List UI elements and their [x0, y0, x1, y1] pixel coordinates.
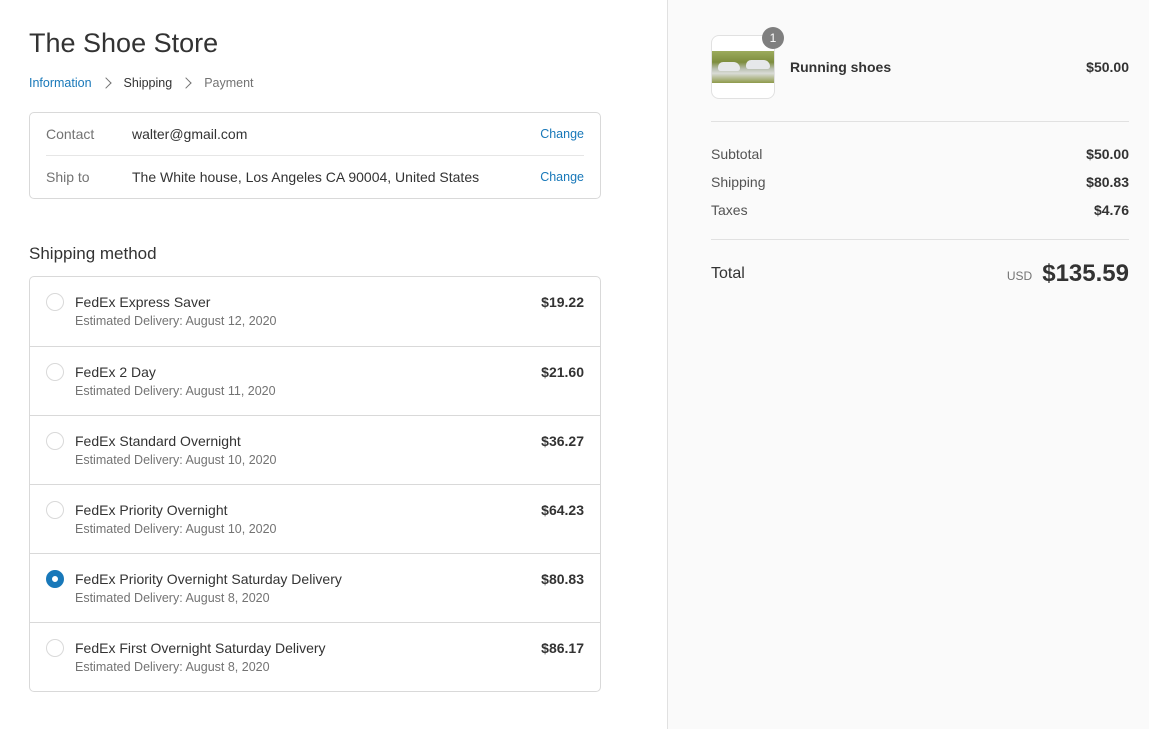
taxes-value: $4.76	[1093, 202, 1129, 218]
taxes-line: Taxes $4.76	[711, 196, 1129, 224]
review-contact-row: Contact walter@gmail.com Change	[46, 113, 584, 155]
contact-value: walter@gmail.com	[132, 126, 248, 142]
shipping-option-eta: Estimated Delivery: August 10, 2020	[75, 522, 277, 536]
shipping-option-radio[interactable]	[46, 501, 64, 519]
shipping-option-radio[interactable]	[46, 639, 64, 657]
chevron-right-icon	[180, 77, 192, 89]
shipping-option-price: $36.27	[541, 433, 584, 449]
shipping-option-name: FedEx Standard Overnight	[75, 433, 241, 449]
shipping-option-price: $21.60	[541, 364, 584, 380]
shipping-value: $80.83	[1086, 174, 1129, 190]
checkout-main: The Shoe Store Information Shipping Paym…	[0, 0, 667, 729]
shipping-option-price: $86.17	[541, 640, 584, 656]
shipping-method-title: Shipping method	[29, 244, 157, 263]
shoe-shape	[746, 60, 770, 69]
shipping-label: Shipping	[711, 174, 766, 190]
shipping-option-price: $64.23	[541, 502, 584, 518]
shipping-option-radio[interactable]	[46, 432, 64, 450]
total-amount: $135.59	[1042, 260, 1129, 287]
shipping-option-eta: Estimated Delivery: August 11, 2020	[75, 384, 276, 398]
breadcrumb: Information Shipping Payment	[29, 74, 601, 92]
quantity-badge: 1	[762, 27, 784, 49]
ship-to-value: The White house, Los Angeles CA 90004, U…	[132, 169, 480, 185]
shipping-option-name: FedEx First Overnight Saturday Delivery	[75, 640, 326, 656]
subtotal-value: $50.00	[1086, 146, 1129, 162]
shipping-option[interactable]: FedEx First Overnight Saturday Delivery …	[30, 622, 600, 691]
subtotal-label: Subtotal	[711, 146, 763, 162]
shipping-option-name: FedEx Express Saver	[75, 294, 211, 310]
ship-to-label: Ship to	[46, 169, 90, 185]
checkout-page: The Shoe Store Information Shipping Paym…	[0, 0, 1149, 729]
shipping-option[interactable]: FedEx Standard Overnight Estimated Deliv…	[30, 415, 600, 484]
breadcrumb-payment: Payment	[204, 76, 254, 90]
total-label: Total	[711, 265, 745, 282]
product-price: $50.00	[1086, 59, 1129, 75]
product-line: 1 Running shoes $50.00	[711, 27, 1129, 99]
taxes-label: Taxes	[711, 202, 748, 218]
product-thumbnail: 1	[711, 27, 784, 99]
product-name: Running shoes	[790, 59, 892, 75]
shipping-option-radio[interactable]	[46, 293, 64, 311]
shipping-option-eta: Estimated Delivery: August 12, 2020	[75, 314, 277, 328]
currency-code: USD	[1006, 269, 1033, 283]
change-contact-link[interactable]: Change	[540, 127, 584, 141]
store-title[interactable]: The Shoe Store	[29, 0, 601, 59]
shipping-option-name: FedEx Priority Overnight	[75, 502, 228, 518]
shipping-option-radio[interactable]	[46, 363, 64, 381]
shipping-option-name: FedEx 2 Day	[75, 364, 156, 380]
shipping-option[interactable]: FedEx Express Saver Estimated Delivery: …	[30, 277, 600, 346]
breadcrumb-shipping: Shipping	[123, 76, 173, 90]
shipping-option-name: FedEx Priority Overnight Saturday Delive…	[75, 571, 342, 587]
total-line: Total USD $135.59	[711, 260, 1129, 288]
order-summary: 1 Running shoes $50.00 Subtotal $50.00 S…	[667, 0, 1149, 729]
shipping-option-eta: Estimated Delivery: August 10, 2020	[75, 453, 277, 467]
subtotal-line: Subtotal $50.00	[711, 140, 1129, 168]
shipping-option-price: $19.22	[541, 294, 584, 310]
review-ship-row: Ship to The White house, Los Angeles CA …	[46, 155, 584, 198]
shipping-option[interactable]: FedEx Priority Overnight Estimated Deliv…	[30, 484, 600, 553]
summary-divider	[711, 239, 1129, 240]
review-box: Contact walter@gmail.com Change Ship to …	[29, 112, 601, 199]
change-address-link[interactable]: Change	[540, 170, 584, 184]
shoe-shape	[718, 62, 740, 71]
shipping-option-price: $80.83	[541, 571, 584, 587]
summary-totals: Subtotal $50.00 Shipping $80.83 Taxes $4…	[711, 122, 1129, 239]
chevron-right-icon	[99, 77, 112, 89]
shipping-line: Shipping $80.83	[711, 168, 1129, 196]
shipping-option-radio[interactable]	[46, 570, 64, 588]
shipping-option-eta: Estimated Delivery: August 8, 2020	[75, 591, 270, 605]
shipping-option[interactable]: FedEx 2 Day Estimated Delivery: August 1…	[30, 346, 600, 415]
shipping-option-eta: Estimated Delivery: August 8, 2020	[75, 660, 270, 674]
shipping-method-list: FedEx Express Saver Estimated Delivery: …	[29, 276, 601, 692]
contact-label: Contact	[46, 126, 95, 142]
breadcrumb-information[interactable]: Information	[29, 76, 92, 90]
shipping-option[interactable]: FedEx Priority Overnight Saturday Delive…	[30, 553, 600, 622]
